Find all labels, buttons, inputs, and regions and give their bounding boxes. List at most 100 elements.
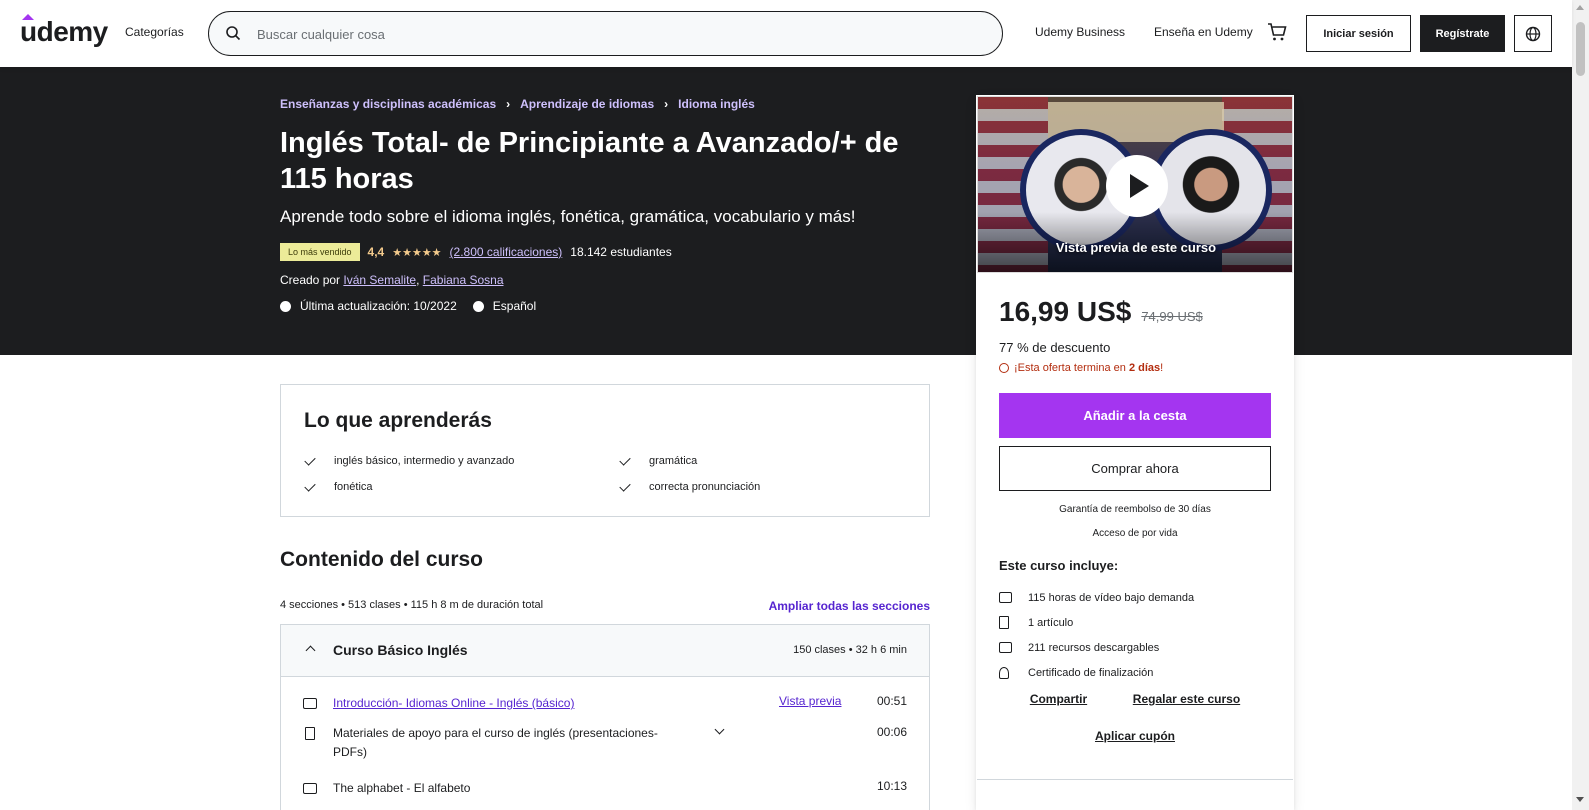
breadcrumb: Enseñanzas y disciplinas académicas › Ap… — [280, 97, 755, 111]
search-bar[interactable] — [208, 11, 1003, 56]
price-row: 16,99 US$ 74,99 US$ — [999, 296, 1203, 328]
learn-item: inglés básico, intermedio y avanzado — [304, 453, 515, 467]
star-rating-icon: ★★★★★ — [392, 246, 442, 259]
login-button[interactable]: Iniciar sesión — [1306, 15, 1411, 52]
created-by: Creado por Iván Semalite, Fabiana Sosna — [280, 273, 504, 287]
breadcrumb-item-academics[interactable]: Enseñanzas y disciplinas académicas — [280, 97, 496, 111]
gift-course-button[interactable]: Regalar este curso — [1133, 692, 1240, 706]
buy-now-button[interactable]: Comprar ahora — [999, 446, 1271, 491]
file-icon — [999, 616, 1009, 629]
instructor-link[interactable]: Iván Semalite — [343, 273, 416, 287]
lesson-preview-link[interactable]: Vista previa — [779, 694, 841, 708]
course-subtitle: Aprende todo sobre el idioma inglés, fon… — [280, 207, 856, 226]
share-button[interactable]: Compartir — [1030, 692, 1087, 706]
rating-row: Lo más vendido 4,4 ★★★★★ (2.800 califica… — [280, 243, 672, 261]
lifetime-access: Acceso de por vida — [1092, 528, 1178, 539]
card-links: Compartir Regalar este curso — [977, 692, 1293, 706]
expand-all-sections-button[interactable]: Ampliar todas las secciones — [764, 599, 930, 613]
last-update: Última actualización: 10/2022 — [300, 299, 457, 313]
lesson-title[interactable]: Introducción- Idiomas Online - Inglés (b… — [333, 694, 673, 713]
lesson-duration: 00:06 — [876, 725, 907, 739]
alert-icon — [280, 300, 291, 312]
discount-label: 77 % de descuento — [999, 340, 1111, 355]
play-button[interactable] — [1106, 155, 1168, 217]
categories-menu[interactable]: Categorías — [125, 25, 184, 39]
scroll-up-icon[interactable] — [1576, 5, 1584, 10]
breadcrumb-item-english[interactable]: Idioma inglés — [678, 97, 755, 111]
chevron-right-icon: › — [506, 97, 511, 111]
udemy-logo[interactable]: udemy — [20, 16, 108, 48]
includes-item-label: 115 horas de vídeo bajo demanda — [1028, 591, 1195, 604]
current-price: 16,99 US$ — [999, 296, 1132, 327]
divider — [977, 779, 1293, 780]
purchase-card: Vista previa de este curso 16,99 US$ 74,… — [976, 95, 1294, 810]
includes-item: 115 horas de vídeo bajo demanda — [999, 585, 1194, 610]
rating-value: 4,4 — [367, 245, 385, 259]
section-header[interactable]: Curso Básico Inglés 150 clases • 32 h 6 … — [281, 625, 929, 677]
search-input[interactable] — [257, 22, 977, 46]
course-content-meta: 4 secciones • 513 clases • 115 h 8 m de … — [280, 599, 544, 611]
scroll-thumb[interactable] — [1576, 22, 1585, 76]
includes-item: 1 artículo — [999, 610, 1194, 635]
cart-icon[interactable] — [1265, 20, 1289, 44]
includes-item: Certificado de finalización — [999, 660, 1194, 685]
top-header: udemy Categorías Udemy Business Enseña e… — [0, 0, 1572, 67]
course-preview-video[interactable]: Vista previa de este curso — [977, 96, 1293, 273]
curriculum-section: Curso Básico Inglés 150 clases • 32 h 6 … — [280, 624, 930, 810]
created-by-label: Creado por — [280, 273, 341, 287]
learn-title: Lo que aprenderás — [304, 409, 492, 432]
check-icon — [619, 453, 631, 466]
update-row: Última actualización: 10/2022 Español — [280, 299, 536, 313]
scroll-down-icon[interactable] — [1576, 797, 1584, 802]
chevron-down-icon[interactable] — [714, 724, 725, 735]
ratings-count-link[interactable]: (2.800 calificaciones) — [450, 245, 563, 259]
learn-item: fonética — [304, 479, 373, 493]
includes-title: Este curso incluye: — [999, 558, 1119, 573]
check-icon — [619, 479, 631, 492]
lesson-duration: 00:51 — [876, 694, 907, 708]
learn-item: gramática — [619, 453, 698, 467]
preview-label: Vista previa de este curso — [1055, 240, 1217, 255]
check-icon — [304, 479, 316, 492]
learn-item: correcta pronunciación — [619, 479, 761, 493]
language-button[interactable] — [1514, 15, 1552, 52]
money-back-guarantee: Garantía de reembolso de 30 días — [1059, 504, 1211, 515]
breadcrumb-item-language-learning[interactable]: Aprendizaje de idiomas — [520, 97, 654, 111]
learn-item-label: gramática — [649, 455, 698, 467]
course-language: Español — [492, 299, 537, 313]
includes-item: 211 recursos descargables — [999, 635, 1194, 660]
lesson-title: The alphabet - El alfabeto — [333, 781, 471, 795]
offer-prefix: ¡Esta oferta termina en — [1014, 362, 1129, 374]
certificate-icon — [999, 666, 1009, 679]
udemy-business-link[interactable]: Udemy Business — [1035, 25, 1125, 39]
includes-item-label: Certificado de finalización — [1028, 666, 1154, 679]
includes-item-label: 1 artículo — [1028, 616, 1074, 629]
lesson-title: Materiales de apoyo para el curso de ing… — [333, 726, 658, 759]
search-icon[interactable] — [225, 25, 241, 41]
video-icon — [303, 783, 317, 794]
course-content-title: Contenido del curso — [280, 548, 484, 571]
file-icon — [305, 727, 315, 740]
alarm-icon — [999, 363, 1009, 373]
students-count: 18.142 estudiantes — [570, 245, 672, 259]
page-scrollbar[interactable] — [1572, 0, 1589, 810]
bestseller-badge: Lo más vendido — [280, 243, 360, 261]
chevron-right-icon: › — [664, 97, 669, 111]
download-icon — [999, 642, 1012, 653]
course-title: Inglés Total- de Principiante a Avanzado… — [280, 127, 899, 195]
offer-suffix: ! — [1160, 362, 1164, 374]
instructor-link[interactable]: Fabiana Sosna — [423, 273, 504, 287]
signup-button[interactable]: Regístrate — [1420, 15, 1505, 52]
includes-item-label: 211 recursos descargables — [1028, 641, 1160, 654]
section-meta: 150 clases • 32 h 6 min — [793, 644, 907, 656]
udemy-course-page: udemy Categorías Udemy Business Enseña e… — [0, 0, 1589, 810]
play-icon — [1130, 174, 1149, 198]
apply-coupon-button[interactable]: Aplicar cupón — [977, 729, 1293, 743]
learn-item-label: inglés básico, intermedio y avanzado — [334, 455, 515, 467]
add-to-cart-button[interactable]: Añadir a la cesta — [999, 393, 1271, 438]
learn-item-label: correcta pronunciación — [649, 481, 761, 493]
section-title: Curso Básico Inglés — [333, 642, 468, 658]
offer-timer: ¡Esta oferta termina en 2 días! — [999, 362, 1163, 374]
logo-text: udemy — [20, 16, 108, 47]
teach-on-udemy-link[interactable]: Enseña en Udemy — [1154, 25, 1253, 39]
